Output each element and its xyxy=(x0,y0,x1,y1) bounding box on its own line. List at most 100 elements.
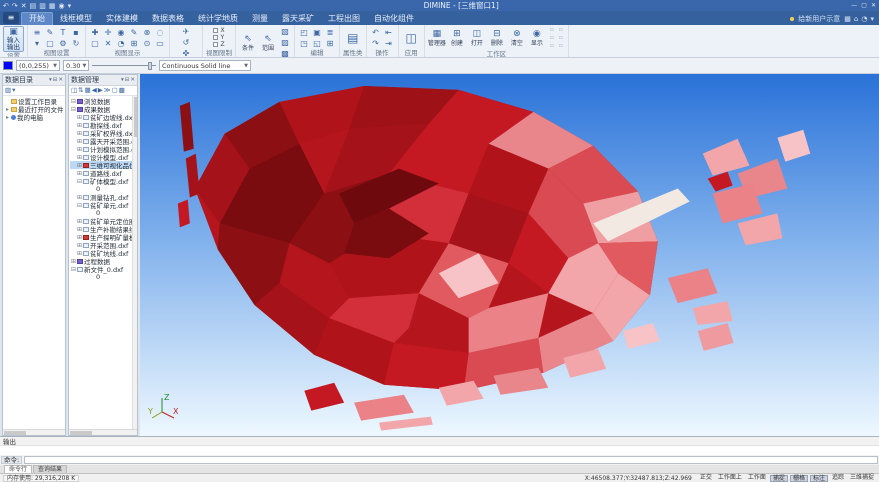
tree-expand-icon[interactable]: ⊞ xyxy=(76,250,83,257)
tree-expand-icon[interactable]: ⊟ xyxy=(70,106,77,113)
tree-expand-icon[interactable]: ⊞ xyxy=(76,122,83,129)
panel-toolbar-icon[interactable]: ⇅ xyxy=(78,86,83,95)
axis-lock-x[interactable]: X xyxy=(213,27,224,34)
ribbon-icon-button[interactable]: ✈ xyxy=(180,26,192,37)
ribbon-icon-button[interactable]: ↶ xyxy=(370,27,382,38)
ribbon-icon-button[interactable]: ◳ xyxy=(298,38,310,49)
new-user-tip-link[interactable]: 给新用户示意 xyxy=(798,14,840,24)
tree-item[interactable]: ⊟贫矿单元.dxf xyxy=(70,201,137,209)
status-toggle-工作面上[interactable]: 工作面上 xyxy=(716,475,744,482)
data-manager-hscrollbar[interactable] xyxy=(69,429,137,435)
tree-expand-icon[interactable]: ▸ xyxy=(4,114,11,121)
panel-header-icon[interactable]: ▾ xyxy=(49,77,52,83)
menu-tab-实体建模[interactable]: 实体建模 xyxy=(99,12,145,25)
ribbon-icon-button[interactable]: ⊙ xyxy=(141,38,153,49)
ribbon-icon-button[interactable]: ↷ xyxy=(370,38,382,49)
ribbon-icon-button[interactable]: ◱ xyxy=(311,38,323,49)
viewport-3d[interactable]: Z X Y xyxy=(140,74,879,436)
tree-expand-icon[interactable]: ⊞ xyxy=(76,162,83,169)
menu-right-icon[interactable]: ⌂ xyxy=(854,15,858,23)
ribbon-icon-button[interactable]: ◫ xyxy=(402,31,421,45)
ribbon-icon-button[interactable]: ≡ xyxy=(31,27,43,38)
tree-item[interactable]: ⊟矿体模型.dxf xyxy=(70,177,137,185)
quick-access-icon[interactable]: ▥ xyxy=(39,1,46,11)
ribbon-icon-button[interactable]: ▨ xyxy=(279,37,291,48)
menu-tab-工程出图[interactable]: 工程出图 xyxy=(321,12,367,25)
ribbon-icon-button[interactable]: ≣ xyxy=(324,27,336,38)
ribbon-icon-button[interactable]: ✎ xyxy=(44,27,56,38)
tree-expand-icon[interactable]: ⊞ xyxy=(76,194,83,201)
ribbon-icon-button[interactable]: ▫ xyxy=(557,34,565,42)
ribbon-icon-button[interactable]: ✛ xyxy=(102,27,114,38)
select-范围-button[interactable]: ⇖范围 xyxy=(259,34,277,52)
minimize-icon[interactable]: — xyxy=(851,1,857,11)
panel-toolbar-icon[interactable]: ▶ xyxy=(98,86,103,95)
ribbon-icon-button[interactable]: ◔ xyxy=(115,38,127,49)
panel-toolbar-icon[interactable]: ▨ xyxy=(5,86,11,95)
ribbon-icon-button[interactable]: ▢ xyxy=(44,38,56,49)
line-width-select[interactable]: 0.30 ▼ xyxy=(63,60,89,71)
ribbon-icon-button[interactable]: ▩ xyxy=(279,48,291,58)
tree-expand-icon[interactable]: ▸ xyxy=(4,106,11,113)
menu-right-icon[interactable]: ◔ xyxy=(861,15,867,23)
panel-toolbar-icon[interactable]: ▢ xyxy=(112,86,118,95)
tree-expand-icon[interactable]: ⊞ xyxy=(70,258,77,265)
data-catalog-hscrollbar[interactable] xyxy=(3,429,65,435)
axis-lock-z[interactable]: Z xyxy=(213,41,224,48)
tree-expand-icon[interactable]: ⊟ xyxy=(70,266,77,273)
ribbon-icon-button[interactable]: ▧ xyxy=(279,26,291,37)
restore-icon[interactable]: ▢ xyxy=(861,1,867,11)
ribbon-icon-button[interactable]: ↺ xyxy=(180,37,192,48)
tree-expand-icon[interactable]: ⊞ xyxy=(76,130,83,137)
tree-item[interactable]: ⊟新文件_0.dxf xyxy=(70,265,137,273)
quick-access-icon[interactable]: ◉ xyxy=(59,1,65,11)
quick-access-icon[interactable]: ▤ xyxy=(30,1,37,11)
ribbon-icon-button[interactable]: ▫ xyxy=(548,34,556,42)
ribbon-icon-button[interactable]: ⊗ xyxy=(141,27,153,38)
quick-access-icon[interactable]: ↷ xyxy=(12,1,18,11)
ribbon-icon-button[interactable]: ▫ xyxy=(548,42,556,50)
ribbon-icon-button[interactable]: ▪ xyxy=(70,27,82,38)
panel-toolbar-icon[interactable]: ≫ xyxy=(104,86,111,95)
status-toggle-捕捉[interactable]: 捕捉 xyxy=(770,475,788,482)
workspace-打开-button[interactable]: ◫打开 xyxy=(468,29,486,47)
tree-expand-icon[interactable]: ⊟ xyxy=(76,202,83,209)
select-条件-button[interactable]: ⇖条件 xyxy=(239,34,257,52)
menu-tab-统计学地质[interactable]: 统计学地质 xyxy=(191,12,245,25)
menu-right-icon[interactable]: ▾ xyxy=(870,15,874,23)
ribbon-icon-button[interactable]: ✜ xyxy=(180,48,192,58)
data-manager-vscrollbar[interactable] xyxy=(132,96,137,429)
panel-toolbar-icon[interactable]: ◀ xyxy=(92,86,97,95)
status-toggle-栅格[interactable]: 栅格 xyxy=(790,475,808,482)
workspace-管理器-button[interactable]: ▦管理器 xyxy=(428,29,446,47)
ribbon-icon-button[interactable]: ✕ xyxy=(102,38,114,49)
panel-header-icon[interactable]: ✕ xyxy=(58,77,63,83)
ribbon-icon-button[interactable]: ⊞ xyxy=(324,38,336,49)
menu-tab-自动化组件[interactable]: 自动化组件 xyxy=(367,12,421,25)
orebody-mesh[interactable] xyxy=(140,74,879,436)
workspace-删除-button[interactable]: ⊟删除 xyxy=(488,29,506,47)
menu-tab-露天采矿[interactable]: 露天采矿 xyxy=(275,12,321,25)
quick-access-icon[interactable]: ▦ xyxy=(49,1,56,11)
ribbon-icon-button[interactable]: ▤ xyxy=(343,31,362,45)
ribbon-icon-button[interactable]: ⇤ xyxy=(383,27,395,38)
ribbon-icon-button[interactable]: ▫ xyxy=(557,42,565,50)
ribbon-icon-button[interactable]: ◌ xyxy=(154,27,166,38)
tree-expand-icon[interactable]: ⊞ xyxy=(76,226,83,233)
ribbon-icon-button[interactable]: ▾ xyxy=(31,38,43,49)
quick-access-icon[interactable]: ↶ xyxy=(3,1,9,11)
transparency-slider[interactable] xyxy=(92,60,156,71)
close-icon[interactable]: ✕ xyxy=(871,1,876,11)
status-toggle-追踪[interactable]: 追踪 xyxy=(830,475,846,482)
tree-expand-icon[interactable]: ⊞ xyxy=(76,114,83,121)
quick-access-icon[interactable]: ✕ xyxy=(21,1,27,11)
ribbon-icon-button[interactable]: ↻ xyxy=(70,38,82,49)
menu-tab-开始[interactable]: 开始 xyxy=(21,12,53,25)
menu-right-icon[interactable]: ▦ xyxy=(844,15,851,23)
ribbon-icon-button[interactable]: ⚙ xyxy=(57,38,69,49)
color-select[interactable]: (0,0,255) ▼ xyxy=(16,60,60,71)
tree-expand-icon[interactable]: ⊞ xyxy=(76,170,83,177)
color-chip[interactable] xyxy=(3,61,13,70)
status-toggle-工作面[interactable]: 工作面 xyxy=(746,475,768,482)
axis-lock-y[interactable]: Y xyxy=(213,34,224,41)
